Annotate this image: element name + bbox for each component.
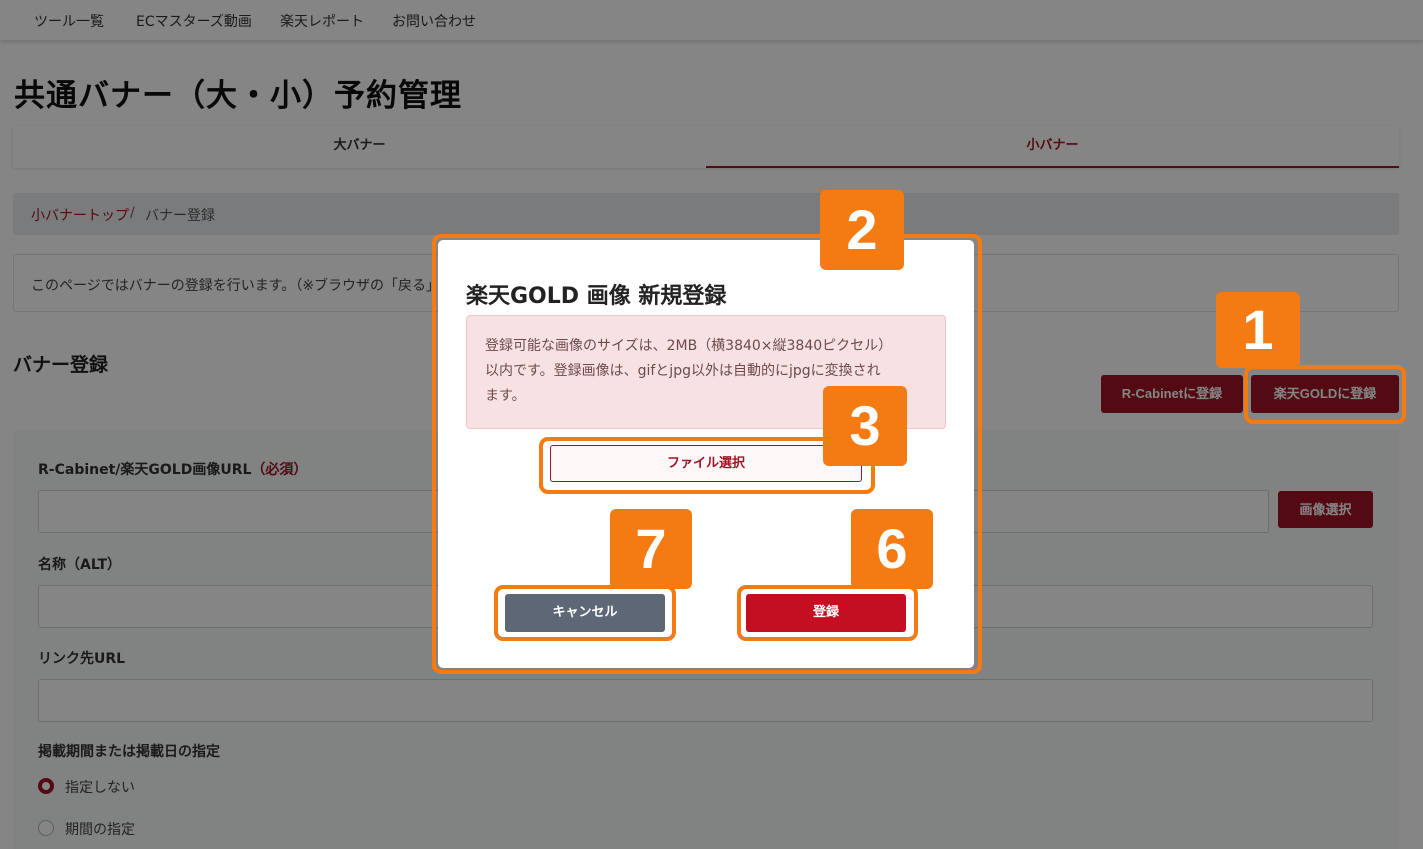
annotation-badge-6: 6 <box>851 509 933 589</box>
highlight-cancel <box>494 585 676 641</box>
annotation-badge-3: 3 <box>823 386 907 466</box>
annotation-badge-2: 2 <box>820 190 904 270</box>
highlight-register <box>737 585 918 641</box>
annotation-badge-7: 7 <box>610 509 692 589</box>
highlight-gold-button <box>1244 365 1406 424</box>
annotation-badge-1: 1 <box>1216 292 1300 368</box>
